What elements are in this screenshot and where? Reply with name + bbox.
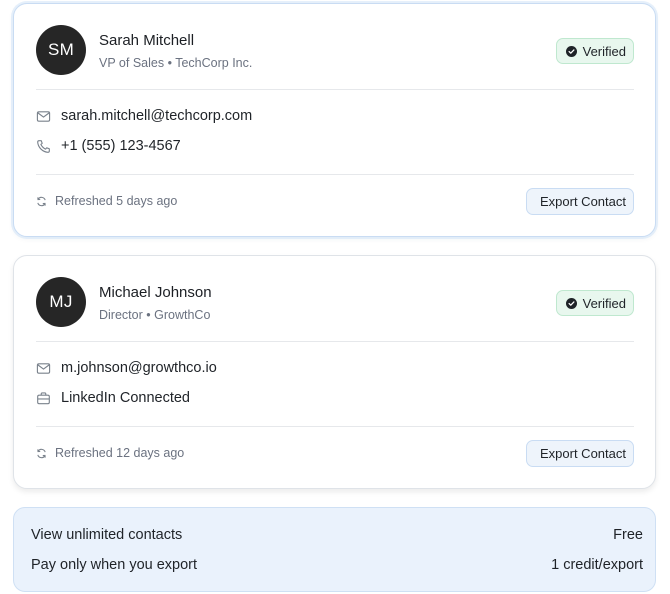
contact-name: Michael Johnson [99,284,212,301]
verified-badge: Verified [555,290,634,316]
email-text[interactable]: m.johnson@growthco.io [61,360,217,376]
phone-text[interactable]: +1 (555) 123-4567 [61,138,181,154]
refresh-text: Refreshed 5 days ago [55,194,178,208]
pricing-value: Free [613,527,643,543]
linkedin-text: LinkedIn Connected [61,390,190,406]
briefcase-icon [37,391,50,404]
refresh-icon [37,196,46,206]
badge-label: Verified [582,295,626,311]
contact-card: SM Sarah Mitchell VP of Sales • TechCorp… [13,3,656,237]
role-separator: • [167,56,172,70]
email-row: sarah.mitchell@techcorp.com [36,108,252,124]
mail-icon [36,362,51,374]
linkedin-row: LinkedIn Connected [36,390,190,406]
divider [36,174,634,175]
role-title: Director [99,308,143,322]
pricing-row: Pay only when you export 1 credit/export [31,557,643,573]
contact-name: Sarah Mitchell [99,32,195,49]
contact-role: VP of Sales • TechCorp Inc. [99,56,252,70]
pricing-info-box: View unlimited contacts Free Pay only wh… [13,507,656,592]
mail-icon [36,110,51,122]
pricing-row: View unlimited contacts Free [31,527,643,543]
phone-icon [37,139,50,153]
contact-role: Director • GrowthCo [99,308,210,322]
divider [36,89,634,90]
email-row: m.johnson@growthco.io [36,360,217,376]
company-name: GrowthCo [154,308,211,322]
avatar: MJ [36,277,86,327]
phone-row: +1 (555) 123-4567 [36,138,181,154]
divider [36,426,634,427]
avatar: SM [36,25,86,75]
pricing-label: View unlimited contacts [31,527,183,543]
export-contact-button[interactable]: Export Contact [526,440,634,467]
role-title: VP of Sales [99,56,165,70]
refresh-text: Refreshed 12 days ago [55,446,185,460]
refresh-status: Refreshed 12 days ago [36,446,184,460]
pricing-value: 1 credit/export [551,557,643,573]
divider [36,341,634,342]
check-circle-icon [565,297,577,309]
badge-label: Verified [582,43,626,59]
email-text[interactable]: sarah.mitchell@techcorp.com [61,108,252,124]
contact-card: MJ Michael Johnson Director • GrowthCo V… [13,255,656,489]
pricing-label: Pay only when you export [31,557,198,573]
refresh-status: Refreshed 5 days ago [36,194,177,208]
role-separator: • [146,308,151,322]
check-circle-icon [565,45,577,57]
verified-badge: Verified [555,38,634,64]
export-contact-button[interactable]: Export Contact [526,188,634,215]
company-name: TechCorp Inc. [175,56,253,70]
refresh-icon [37,448,46,458]
